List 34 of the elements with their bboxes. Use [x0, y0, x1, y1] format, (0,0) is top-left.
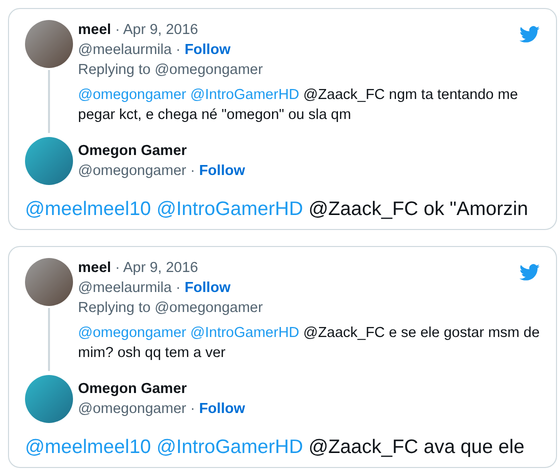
follow-link[interactable]: Follow [199, 161, 245, 181]
mention-link[interactable]: @meelmeel10 [25, 198, 152, 220]
follow-link[interactable]: Follow [199, 399, 245, 419]
user-handle[interactable]: @omegongamer · [78, 161, 196, 181]
user-name[interactable]: Omegon Gamer [78, 379, 187, 399]
tweet-date[interactable]: · Apr 9, 2016 [115, 20, 198, 40]
user-name[interactable]: meel [78, 258, 112, 278]
mention-link[interactable]: @IntroGamerHD [190, 325, 300, 341]
mention-link[interactable]: @omegongamer [78, 87, 186, 103]
mention-link[interactable]: @omegongamer [78, 325, 186, 341]
mention-link[interactable]: @IntroGamerHD [156, 436, 304, 458]
avatar-placeholder[interactable] [25, 137, 73, 185]
user-handle[interactable]: @meelaurmila · [78, 278, 181, 298]
avatar-placeholder[interactable] [25, 375, 73, 423]
bird-logo-icon[interactable] [518, 23, 540, 45]
bird-logo-icon[interactable] [518, 261, 540, 283]
tweet-text: @meelmeel10 @IntroGamerHD @Zaack_FC ok "Amorzin [25, 197, 530, 221]
tweet-date[interactable]: · Apr 9, 2016 [115, 258, 198, 278]
tweet-text: @omegongamer @IntroGamerHD @Zaack_FC e se ele gostar msm de mim? osh qq tem a ver [78, 324, 540, 363]
replying-to-text: Replying to @omegongamer [78, 61, 263, 80]
avatar-placeholder[interactable] [25, 20, 73, 68]
user-handle[interactable]: @meelaurmila · [78, 40, 181, 60]
follow-link[interactable]: Follow [184, 278, 230, 298]
mention-link[interactable]: @IntroGamerHD [156, 198, 304, 220]
mention-link[interactable]: @IntroGamerHD [190, 87, 300, 103]
avatar-placeholder[interactable] [25, 258, 73, 306]
follow-link[interactable]: Follow [184, 40, 230, 60]
tweet-text: @meelmeel10 @IntroGamerHD @Zaack_FC ava que ele [25, 435, 526, 459]
mention-link[interactable]: @meelmeel10 [25, 436, 152, 458]
user-name[interactable]: meel [78, 20, 112, 40]
user-name[interactable]: Omegon Gamer [78, 141, 187, 161]
tweet-text: @omegongamer @IntroGamerHD @Zaack_FC ngm ta tentando me pegar kct, e chega né "omegon" ou sla qm [78, 86, 519, 125]
replying-to-text: Replying to @omegongamer [78, 299, 263, 318]
user-handle[interactable]: @omegongamer · [78, 399, 196, 419]
